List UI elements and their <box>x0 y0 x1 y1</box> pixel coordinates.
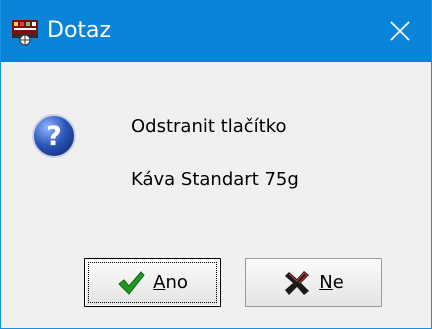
window-title: Dotaz <box>47 18 112 43</box>
checkmark-icon <box>118 270 145 295</box>
svg-text:?: ? <box>46 121 62 152</box>
app-icon <box>12 20 38 46</box>
cross-icon <box>285 270 310 295</box>
question-icon: ? <box>32 114 76 158</box>
close-icon <box>390 21 410 41</box>
yes-button-label: Ano <box>153 271 188 293</box>
title-bar[interactable]: Dotaz <box>1 0 431 62</box>
yes-button[interactable]: Ano <box>84 258 221 307</box>
dialog-body: ? Odstranit tlačítko Káva Standart 75g A… <box>1 62 431 328</box>
message-text: Odstranit tlačítko <box>131 116 287 137</box>
dialog-window: Dotaz ? Odstranit tlačítko Káva Standart… <box>0 0 432 329</box>
no-button-label: Ne <box>319 271 344 293</box>
close-button[interactable] <box>369 0 431 62</box>
no-button[interactable]: Ne <box>245 258 382 307</box>
message-item-name: Káva Standart 75g <box>131 169 299 190</box>
